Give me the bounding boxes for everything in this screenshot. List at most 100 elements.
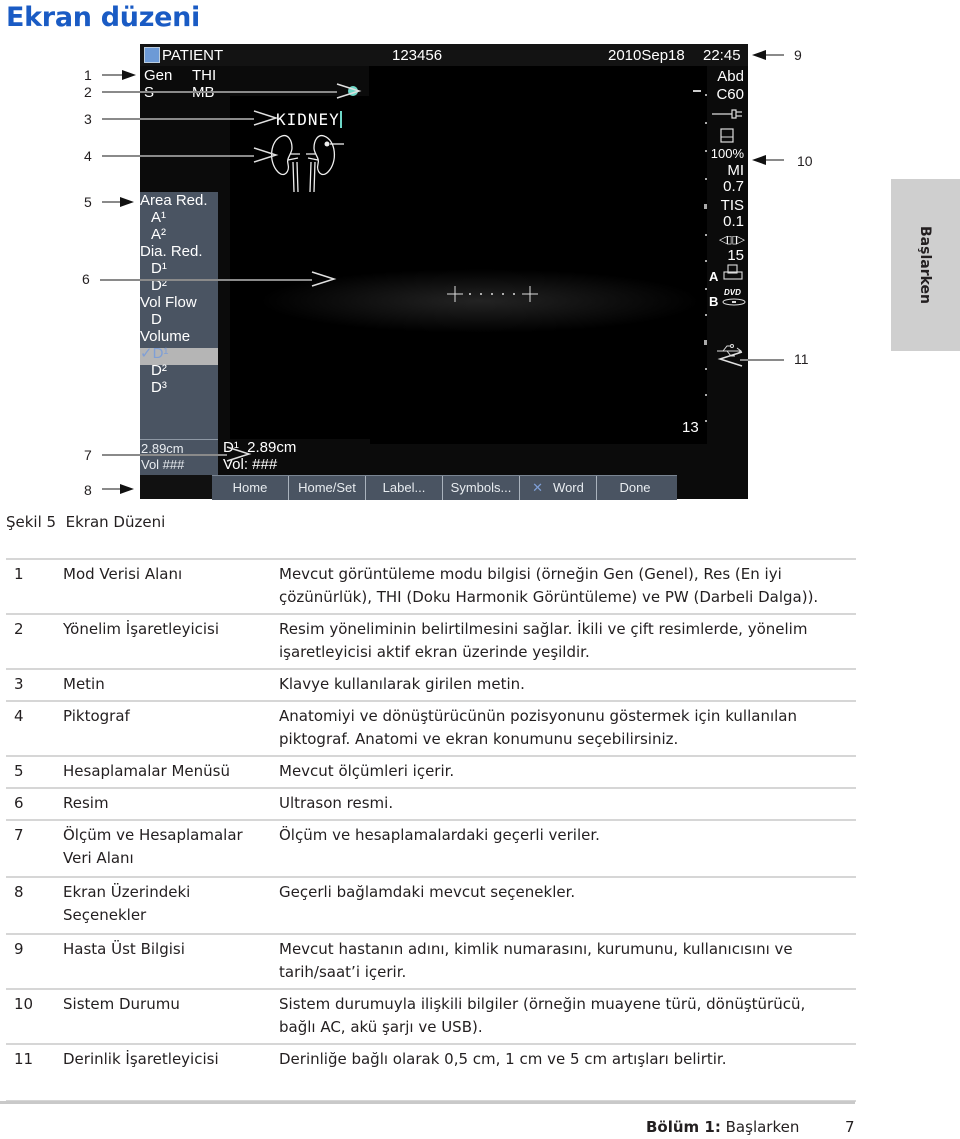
softkey-home[interactable]: Home — [212, 476, 289, 500]
row-description: Sistem durumuyla ilişkili bilgiler (örne… — [279, 995, 806, 1036]
row-name: Derinlik İşaretleyicisi — [63, 1050, 219, 1068]
callout-9-line — [766, 54, 784, 56]
callout-7: 7 — [84, 447, 92, 463]
row-number: 2 — [14, 620, 24, 638]
footer-chapter: Bölüm 1: Başlarken — [646, 1118, 799, 1136]
callout-6: 6 — [82, 271, 90, 287]
patient-name: PATIENT — [162, 47, 224, 64]
footer-chapter-num: Bölüm 1: — [646, 1118, 721, 1136]
calcs-menu: Area Red. A¹ A² Dia. Red. D¹ D² Vol Flow D Volum… — [140, 192, 218, 439]
measure-data-left: 2.89cm Vol ### — [140, 439, 218, 475]
close-x-icon: ✕ — [532, 480, 544, 495]
softkeys-left-area — [140, 475, 212, 499]
softkey-word[interactable]: ✕ Word — [520, 476, 597, 500]
text-annotation: KIDNEY — [276, 110, 340, 129]
measure-left-line2: Vol ### — [141, 457, 185, 472]
callout-1-line — [102, 74, 124, 76]
mi-value: 0.7 — [723, 178, 744, 195]
calc-menu-item[interactable]: D³ — [151, 379, 167, 396]
callout-2: 2 — [84, 84, 92, 100]
transducer: C60 — [716, 86, 744, 103]
footer-rule — [0, 1101, 855, 1104]
calc-menu-item[interactable]: D — [151, 311, 162, 328]
row-name: Hesaplamalar Menüsü — [63, 762, 230, 780]
row-description: Mevcut hastanın adını, kimlik numarasını… — [279, 940, 793, 981]
callout-arrowhead-icon — [336, 83, 362, 99]
row-name: Hasta Üst Bilgisi — [63, 940, 185, 958]
row-name: Resim — [63, 794, 109, 812]
text-cursor — [340, 111, 342, 128]
row-description: Anatomiyi ve dönüştürücünün pozisyonunu … — [279, 707, 797, 748]
row-number: 11 — [14, 1050, 34, 1068]
callout-10-arrow-icon — [752, 155, 766, 165]
table-row: 2 Yönelim İşaretleyicisi Resim yöneliminin… — [6, 613, 856, 668]
softkey-label[interactable]: Label... — [366, 476, 443, 500]
row-description: Mevcut ölçümleri içerir. — [279, 762, 455, 780]
table-row: 9 Hasta Üst Bilgisi Mevcut hastanın adını,… — [6, 933, 856, 988]
table-row: 7 Ölçüm ve Hesaplamalar Veri Alanı Ölçüm v… — [6, 819, 856, 876]
callout-5: 5 — [84, 194, 92, 210]
legend-table: 1 Mod Verisi Alanı Mevcut görüntüleme modu… — [6, 558, 856, 1102]
mode-gen: Gen — [144, 67, 173, 84]
calc-menu-item[interactable]: Volume — [140, 328, 190, 345]
row-name: Piktograf — [63, 707, 130, 725]
battery-percent: 100% — [710, 146, 744, 161]
callout-5-line — [102, 201, 122, 203]
calc-menu-item[interactable]: Area Red. — [140, 192, 208, 209]
row-number: 1 — [14, 565, 24, 583]
row-description: Ölçüm ve hesaplamalardaki geçerli verile… — [279, 826, 600, 844]
logo-icon — [144, 47, 160, 63]
row-description: Derinliğe bağlı olarak 0,5 cm, 1 cm ve 5… — [279, 1050, 727, 1068]
callout-arrowhead-icon — [253, 110, 279, 126]
calc-menu-item[interactable]: D¹ — [151, 260, 167, 277]
side-tab[interactable]: Başlarken — [891, 179, 960, 351]
row-name: Ekran Üzerindeki Seçenekler — [63, 883, 191, 924]
calc-menu-item[interactable]: Vol Flow — [140, 294, 197, 311]
callout-8: 8 — [84, 482, 92, 498]
ac-plug-icon — [712, 109, 742, 119]
row-name: Metin — [63, 675, 105, 693]
softkey-word-label: Word — [553, 480, 584, 495]
calc-menu-item[interactable]: A² — [151, 226, 166, 243]
header-date: 2010Sep18 — [608, 47, 685, 64]
row-number: 8 — [14, 883, 24, 901]
calc-menu-item[interactable]: A¹ — [151, 209, 166, 226]
patient-id: 123456 — [392, 47, 443, 64]
callout-10: 10 — [797, 153, 813, 169]
row-name: Mod Verisi Alanı — [63, 565, 183, 583]
table-row: 11 Derinlik İşaretleyicisi Derinliğe bağlı… — [6, 1043, 856, 1102]
softkey-symbols[interactable]: Symbols... — [443, 476, 520, 500]
callout-arrowhead-icon — [226, 446, 252, 462]
table-row: 10 Sistem Durumu Sistem durumuyla ilişkili… — [6, 988, 856, 1043]
callout-6-line — [100, 279, 312, 281]
side-tab-label: Başlarken — [917, 226, 933, 304]
callout-10-line — [766, 159, 784, 161]
printer-icon — [723, 264, 743, 280]
callout-8-arrow-icon — [120, 484, 134, 494]
calc-menu-item[interactable]: Dia. Red. — [140, 243, 203, 260]
callout-3: 3 — [84, 111, 92, 127]
system-status: Abd C60 100% MI 0.7 TIS 0.1 ◁▯▯▷ 15 A B … — [707, 66, 748, 499]
callout-7-line — [102, 454, 227, 456]
onscreen-options: Home Home/Set Label... Symbols... ✕ Word … — [212, 475, 677, 500]
callout-4: 4 — [84, 148, 92, 164]
row-name: Ölçüm ve Hesaplamalar Veri Alanı — [63, 826, 243, 867]
softkey-home-set[interactable]: Home/Set — [289, 476, 366, 500]
callout-arrowhead-icon — [311, 271, 337, 287]
row-description: Resim yöneliminin belirtilmesini sağlar.… — [279, 620, 808, 661]
calc-menu-item[interactable]: ✓D¹ — [140, 345, 168, 362]
softkey-done[interactable]: Done — [597, 476, 673, 500]
row-number: 3 — [14, 675, 24, 693]
table-row: 1 Mod Verisi Alanı Mevcut görüntüleme modu… — [6, 558, 856, 613]
dvd-label: B — [709, 294, 719, 309]
row-name: Yönelim İşaretleyicisi — [63, 620, 220, 638]
row-number: 6 — [14, 794, 24, 812]
depth-value: 13 — [682, 419, 699, 436]
row-description: Ultrason resmi. — [279, 794, 394, 812]
row-number: 5 — [14, 762, 24, 780]
row-description: Mevcut görüntüleme modu bilgisi (örneğin… — [279, 565, 819, 606]
calc-menu-item[interactable]: D² — [151, 362, 167, 379]
table-row: 8 Ekran Üzerindeki Seçenekler Geçerli bağl… — [6, 876, 856, 933]
dvd-text: DVD — [724, 288, 741, 297]
callout-8-line — [102, 488, 122, 490]
